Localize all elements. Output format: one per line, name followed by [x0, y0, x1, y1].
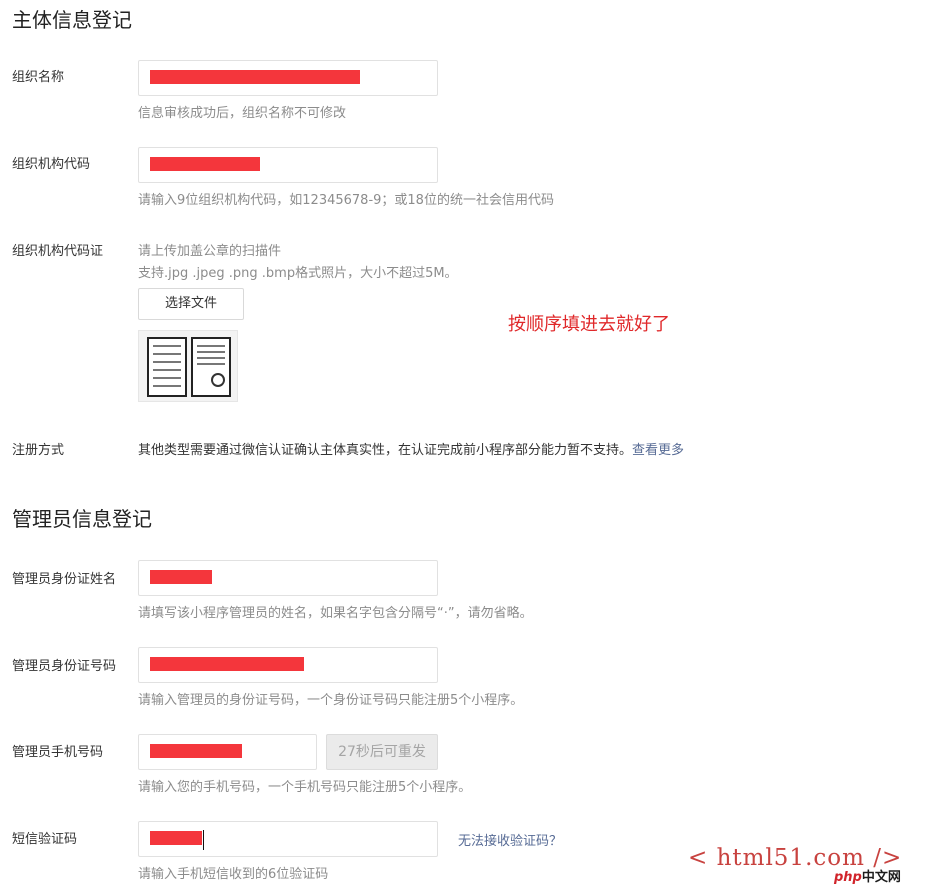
section-title-entity: 主体信息登记 [12, 8, 132, 32]
php-logo-text: php [834, 870, 862, 885]
admin-phone-hint: 请输入您的手机号码，一个手机号码只能注册5个小程序。 [138, 780, 472, 795]
org-code-hint: 请输入9位组织机构代码，如12345678-9；或18位的统一社会信用代码 [138, 193, 554, 208]
org-name-input[interactable] [138, 60, 438, 96]
redacted-value [150, 70, 360, 84]
redacted-value [150, 831, 202, 845]
annotation-text: 按顺序填进去就好了 [508, 314, 670, 335]
admin-phone-input[interactable] [138, 734, 317, 770]
sms-code-label: 短信验证码 [12, 832, 78, 847]
register-method-text: 其他类型需要通过微信认证确认主体真实性，在认证完成前小程序部分能力暂不支持。查看… [138, 439, 684, 458]
admin-name-hint: 请填写该小程序管理员的姓名，如果名字包含分隔号“·”，请勿省略。 [138, 606, 533, 621]
admin-id-input[interactable] [138, 647, 438, 683]
admin-id-hint: 请输入管理员的身份证号码，一个身份证号码只能注册5个小程序。 [138, 693, 524, 708]
php-cn-logo: php中文网 [834, 866, 901, 885]
org-name-hint: 信息审核成功后，组织名称不可修改 [138, 106, 347, 121]
sms-code-input[interactable] [138, 821, 438, 857]
admin-id-label: 管理员身份证号码 [12, 659, 117, 674]
redacted-value [150, 657, 304, 671]
text-cursor [203, 830, 204, 850]
resend-code-button[interactable]: 27秒后可重发 [326, 734, 438, 770]
org-code-input[interactable] [138, 147, 438, 183]
org-cert-hint-upload: 请上传加盖公章的扫描件 [138, 244, 282, 259]
org-code-label: 组织机构代码 [12, 157, 91, 172]
certificate-thumbnail[interactable] [138, 330, 238, 402]
redacted-value [150, 157, 260, 171]
view-more-link[interactable]: 查看更多 [632, 443, 684, 458]
redacted-value [150, 744, 242, 758]
certificate-page-back [191, 337, 231, 397]
choose-file-button[interactable]: 选择文件 [138, 288, 244, 320]
register-method-desc: 其他类型需要通过微信认证确认主体真实性，在认证完成前小程序部分能力暂不支持。 [138, 443, 633, 458]
org-name-label: 组织名称 [12, 70, 65, 85]
register-method-label: 注册方式 [12, 443, 65, 458]
seal-stamp-icon [211, 373, 225, 387]
org-cert-label: 组织机构代码证 [12, 244, 104, 259]
admin-name-input[interactable] [138, 560, 438, 596]
section-title-admin: 管理员信息登记 [12, 507, 152, 531]
redacted-value [150, 570, 212, 584]
admin-name-label: 管理员身份证姓名 [12, 572, 117, 587]
org-cert-hint-format: 支持.jpg .jpeg .png .bmp格式照片，大小不超过5M。 [138, 266, 458, 281]
php-logo-cn-text: 中文网 [861, 870, 901, 885]
admin-phone-label: 管理员手机号码 [12, 745, 104, 760]
sms-code-hint: 请输入手机短信收到的6位验证码 [138, 867, 329, 882]
cannot-receive-code-link[interactable]: 无法接收验证码？ [458, 830, 562, 849]
certificate-page-front [147, 337, 187, 397]
